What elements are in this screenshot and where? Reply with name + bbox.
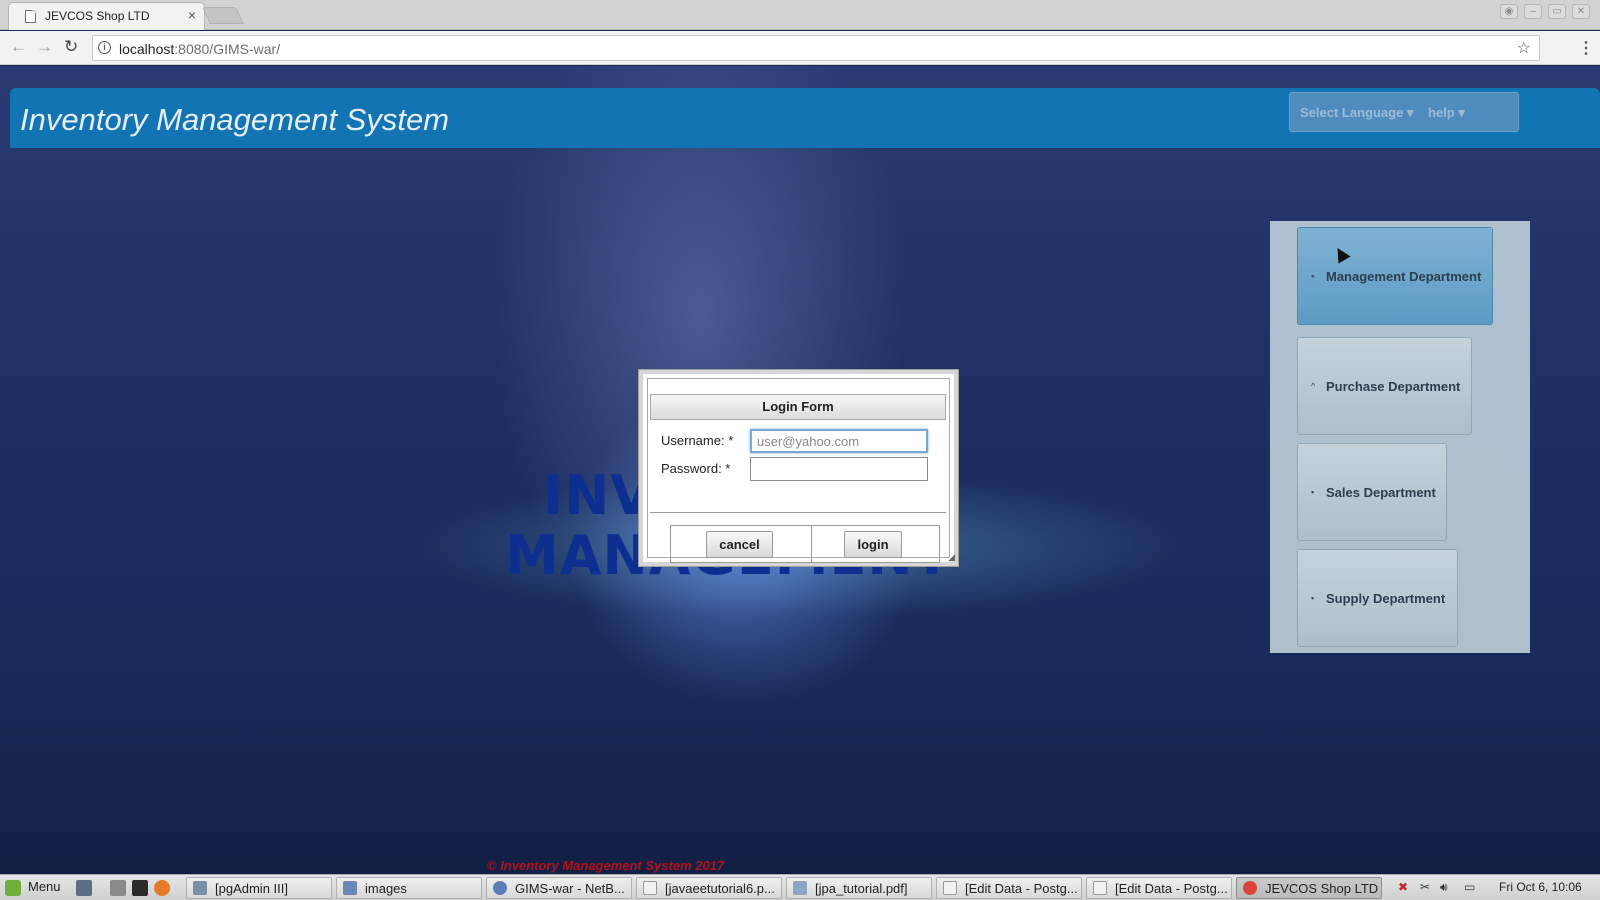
taskbar-item-label: [pgAdmin III] <box>215 881 288 896</box>
browser-tab-title: JEVCOS Shop LTD <box>45 9 150 23</box>
login-form-title: Login Form <box>650 394 946 420</box>
taskbar-item-edit-data-1[interactable]: [Edit Data - Postg... <box>936 877 1082 899</box>
browser-tab[interactable]: JEVCOS Shop LTD × <box>8 2 205 30</box>
back-arrow-icon[interactable]: ← <box>10 37 27 57</box>
department-label: Supply Department <box>1326 591 1446 606</box>
bookmark-star-icon[interactable]: ☆ <box>1517 38 1531 58</box>
department-icon: ▪ <box>1311 487 1315 497</box>
battery-icon[interactable]: ▭ <box>1464 880 1475 894</box>
minimize-window-button[interactable]: – <box>1524 4 1542 19</box>
select-language-dropdown[interactable]: Select Language ▾ <box>1300 105 1413 121</box>
password-label: Password: * <box>661 461 731 476</box>
update-shield-icon[interactable]: ✖ <box>1398 880 1408 894</box>
chevron-up-icon: ^ <box>1311 381 1316 391</box>
department-label: Sales Department <box>1326 485 1436 500</box>
resize-handle-icon[interactable]: ◢ <box>948 552 955 563</box>
taskbar-item-label: [jpa_tutorial.pdf] <box>815 881 908 896</box>
sales-department-button[interactable]: ▪ Sales Department <box>1297 443 1447 541</box>
folder-icon <box>343 881 357 895</box>
taskbar-item-pgadmin[interactable]: [pgAdmin III] <box>186 877 332 899</box>
show-desktop-icon[interactable] <box>76 880 92 896</box>
profile-icon[interactable]: ◉ <box>1500 4 1518 19</box>
start-menu-button[interactable]: Menu <box>5 879 61 896</box>
department-label: Purchase Department <box>1326 379 1461 394</box>
taskbar-item-edit-data-2[interactable]: [Edit Data - Postg... <box>1086 877 1232 899</box>
login-dialog: Login Form Username: * Password: * cance… <box>638 369 959 567</box>
forward-arrow-icon[interactable]: → <box>36 37 53 57</box>
taskbar-item-javaeetutorial[interactable]: [javaeetutorial6.p... <box>636 877 782 899</box>
login-button[interactable]: login <box>844 531 902 558</box>
taskbar-item-chrome[interactable]: JEVCOS Shop LTD ... <box>1236 877 1382 899</box>
taskbar-item-netbeans[interactable]: GIMS-war - NetB... <box>486 877 632 899</box>
form-button-group: cancel login <box>670 525 940 563</box>
address-bar[interactable]: i localhost:8080/GIMS-war/ ☆ <box>92 35 1540 61</box>
taskbar-item-label: [javaeetutorial6.p... <box>665 881 775 896</box>
taskbar-item-label: images <box>365 881 407 896</box>
pdf-document-icon <box>793 881 807 895</box>
department-label: Management Department <box>1326 269 1482 284</box>
url-text: localhost:8080/GIMS-war/ <box>119 41 280 57</box>
pgadmin-icon <box>193 881 207 895</box>
chrome-icon <box>1243 881 1257 895</box>
department-panel: ▪ Management Department ^ Purchase Depar… <box>1270 221 1530 653</box>
browser-tab-strip: JEVCOS Shop LTD × ◉ – ▭ ✕ <box>0 0 1600 30</box>
reload-icon[interactable]: ↻ <box>64 37 78 57</box>
language-menu-bar: Select Language ▾ help ▾ <box>1289 92 1519 132</box>
clock[interactable]: Fri Oct 6, 10:06 <box>1499 880 1582 894</box>
firefox-icon[interactable] <box>154 880 170 896</box>
app-header: Inventory Management System Select Langu… <box>10 88 1600 148</box>
taskbar-item-label: GIMS-war - NetB... <box>515 881 625 896</box>
taskbar-item-label: [Edit Data - Postg... <box>965 881 1078 896</box>
url-path: :8080/GIMS-war/ <box>174 41 281 57</box>
footer-copyright: © Inventory Management System 2017 <box>487 858 725 873</box>
taskbar-item-label: [Edit Data - Postg... <box>1115 881 1228 896</box>
maximize-window-button[interactable]: ▭ <box>1548 4 1566 19</box>
start-menu-label: Menu <box>28 879 61 894</box>
management-department-button[interactable]: ▪ Management Department <box>1297 227 1493 325</box>
volume-icon[interactable]: 🔊︎ <box>1440 880 1448 895</box>
window-icon <box>943 881 957 895</box>
page-favicon-icon <box>25 10 36 23</box>
help-dropdown[interactable]: help ▾ <box>1428 105 1465 121</box>
password-input[interactable] <box>750 457 928 481</box>
browser-toolbar: ← → ↻ i localhost:8080/GIMS-war/ ☆ ⋮ <box>0 31 1600 65</box>
netbeans-icon <box>493 881 507 895</box>
site-info-icon[interactable]: i <box>98 41 111 54</box>
file-manager-icon[interactable] <box>110 880 126 896</box>
pdf-document-icon <box>643 881 657 895</box>
close-window-button[interactable]: ✕ <box>1572 4 1590 19</box>
os-taskbar: Menu [pgAdmin III] images GIMS-war - Net… <box>0 874 1600 900</box>
username-label: Username: * <box>661 433 734 448</box>
supply-department-button[interactable]: ▪ Supply Department <box>1297 549 1458 647</box>
cancel-button[interactable]: cancel <box>706 531 773 558</box>
mint-logo-icon <box>5 879 21 896</box>
new-tab-button[interactable] <box>202 7 244 24</box>
taskbar-item-jpa-tutorial[interactable]: [jpa_tutorial.pdf] <box>786 877 932 899</box>
browser-menu-icon[interactable]: ⋮ <box>1578 38 1594 58</box>
department-icon: ▪ <box>1311 593 1315 603</box>
app-title: Inventory Management System <box>20 102 450 137</box>
terminal-icon[interactable] <box>132 880 148 896</box>
taskbar-item-images[interactable]: images <box>336 877 482 899</box>
login-form: Login Form Username: * Password: * cance… <box>647 378 950 563</box>
purchase-department-button[interactable]: ^ Purchase Department <box>1297 337 1472 435</box>
taskbar-item-label: JEVCOS Shop LTD ... <box>1265 881 1382 896</box>
window-icon <box>1093 881 1107 895</box>
username-input[interactable] <box>750 429 928 453</box>
close-tab-icon[interactable]: × <box>188 7 196 23</box>
network-icon[interactable]: ✂ <box>1420 880 1430 894</box>
button-divider <box>811 526 812 562</box>
department-icon: ▪ <box>1311 271 1315 281</box>
form-divider <box>650 512 946 513</box>
url-host: localhost <box>119 41 175 57</box>
